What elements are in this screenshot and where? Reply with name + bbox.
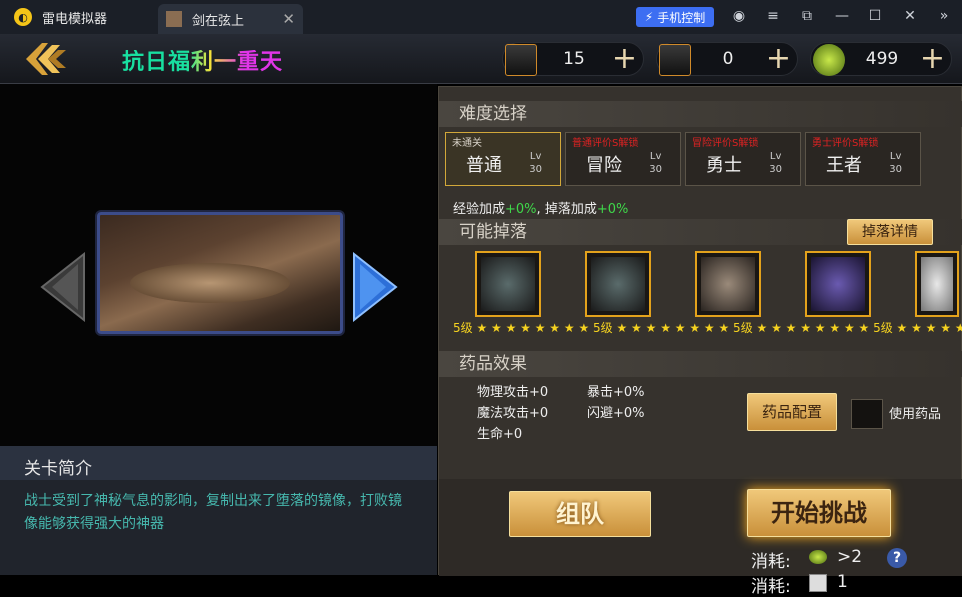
ticket-value: 0 [722,49,734,69]
drop-item-5[interactable] [915,251,959,317]
gun-icon [701,257,755,311]
intro-title: 关卡简介 [0,446,437,480]
crit-effect: 暴击+0% [587,385,645,400]
bonus-separator: , [536,202,545,217]
potion-title: 药品效果 [439,351,962,377]
stamina-icon [505,44,537,76]
magic-attack-effect: 魔法攻击+0 [477,406,549,421]
sword-icon [481,257,535,311]
minimize-icon[interactable]: — [833,8,851,24]
exp-bonus-label: 经验加成 [453,202,506,217]
restore-icon[interactable]: ⧉ [798,8,816,24]
difficulty-name: 普通 [466,155,502,176]
difficulty-tag: 普通评价S解锁 [572,138,639,149]
difficulty-level: Lv 30 [889,151,902,175]
use-potion-checkbox[interactable] [851,399,883,429]
next-stage-arrow-icon[interactable] [350,252,400,322]
back-icon[interactable] [18,38,68,80]
start-challenge-button[interactable]: 开始挑战 [747,489,891,537]
difficulty-tag: 冒险评价S解锁 [692,138,759,149]
action-area: 组队 开始挑战 消耗: >2 ? 消耗: 1 [439,479,962,597]
phone-control-button[interactable]: ⚡ 手机控制 [636,7,714,27]
expand-sidebar-icon[interactable]: » [935,8,953,24]
drop-item-2[interactable] [585,251,651,317]
account-icon[interactable]: ◉ [730,8,748,24]
use-potion-label: 使用药品 [889,407,942,422]
game-tab-title: 剑在弦上 [192,13,245,29]
cost-ticket-value: 1 [837,572,848,592]
ticket-icon [809,574,827,592]
difficulty-name: 王者 [826,155,862,176]
stage-panel: 关卡简介 战士受到了神秘气息的影响，复制出来了堕落的镜像，打败镜像能够获得强大的… [0,84,437,575]
drop-bonus-label: 掉落加成 [544,202,597,217]
gold-ring-icon [813,44,845,76]
game-tab-icon [166,11,182,27]
cost-label: 消耗: [751,552,791,572]
cost-label: 消耗: [751,577,791,597]
sword-icon [591,257,645,311]
drop-item-1[interactable] [475,251,541,317]
difficulty-level: Lv 30 [649,151,662,175]
stage-title: 抗日福利一重天 [122,44,283,76]
hp-effect: 生命+0 [477,427,523,442]
gold-ring-icon [809,550,827,564]
bonus-text: 经验加成+0%, 掉落加成+0% [453,198,628,217]
stamina-value: 15 [563,49,585,69]
previous-stage-arrow-icon[interactable] [38,252,88,322]
difficulty-name: 勇士 [706,155,742,176]
phone-control-label: 手机控制 [657,10,706,25]
gold-value: 499 [865,49,899,69]
difficulty-title: 难度选择 [439,101,962,127]
app-name: 雷电模拟器 [42,11,108,27]
help-icon[interactable]: ? [887,548,907,568]
exp-bonus-value: +0% [505,202,537,217]
drop-item-4[interactable] [805,251,871,317]
team-button[interactable]: 组队 [509,491,651,537]
difficulty-tag: 未通关 [452,138,482,149]
stage-intro: 关卡简介 战士受到了神秘气息的影响，复制出来了堕落的镜像，打败镜像能够获得强大的… [0,446,437,575]
emulator-titlebar: ◐ 雷电模拟器 剑在弦上 ✕ ⚡ 手机控制 ◉ ≡ ⧉ — ☐ ✕ » [0,0,962,34]
close-icon[interactable]: ✕ [282,10,295,28]
detail-panel: 难度选择 未通关 普通 Lv 30 普通评价S解锁 冒险 Lv 30 冒险评价S解锁… [438,86,962,597]
difficulty-king[interactable]: 勇士评价S解锁 王者 Lv 30 [805,132,921,186]
drop-detail-button[interactable]: 掉落详情 [847,219,933,245]
add-ticket-button[interactable]: + [766,43,791,75]
difficulty-adventure[interactable]: 普通评价S解锁 冒险 Lv 30 [565,132,681,186]
drop-bonus-value: +0% [596,202,629,217]
difficulty-tag: 勇士评价S解锁 [812,138,879,149]
armor-icon [921,257,953,311]
staff-icon [811,257,865,311]
lightning-icon: ⚡ [644,10,654,24]
game-screen: 抗日福利一重天 15 + 0 + 499 + 关卡简介 战士受到了神秘气息的影响… [0,34,962,597]
drop-item-3[interactable] [695,251,761,317]
emulator-logo-icon: ◐ [14,8,32,26]
physical-attack-effect: 物理攻击+0 [477,385,549,400]
intro-text: 战士受到了神秘气息的影响，复制出来了堕落的镜像，打败镜像能够获得强大的神器 [24,493,402,532]
close-window-icon[interactable]: ✕ [901,8,919,24]
add-stamina-button[interactable]: + [612,43,637,75]
ticket-icon [659,44,691,76]
maximize-icon[interactable]: ☐ [866,8,884,24]
difficulty-normal[interactable]: 未通关 普通 Lv 30 [445,132,561,186]
difficulty-level: Lv 30 [529,151,542,175]
drop-star-ratings: 5级 ★ ★ ★ ★ ★ ★ ★ ★ 5级 ★ ★ ★ ★ ★ ★ ★ ★ 5级… [453,321,962,335]
stamina-resource: 15 + [502,42,644,76]
gold-resource: 499 + [810,42,952,76]
stage-scene-image[interactable] [97,212,343,334]
difficulty-level: Lv 30 [769,151,782,175]
add-gold-button[interactable]: + [920,43,945,75]
potion-config-button[interactable]: 药品配置 [747,393,837,431]
cost-gold-value: >2 [837,547,863,567]
difficulty-name: 冒险 [586,155,622,176]
ticket-resource: 0 + [656,42,798,76]
dodge-effect: 闪避+0% [587,406,645,421]
game-topbar: 抗日福利一重天 15 + 0 + 499 + [0,34,962,84]
stage-title-text: 抗日福利一重天 [122,50,284,75]
menu-icon[interactable]: ≡ [764,8,782,24]
difficulty-warrior[interactable]: 冒险评价S解锁 勇士 Lv 30 [685,132,801,186]
game-tab[interactable]: 剑在弦上 ✕ [158,4,303,34]
